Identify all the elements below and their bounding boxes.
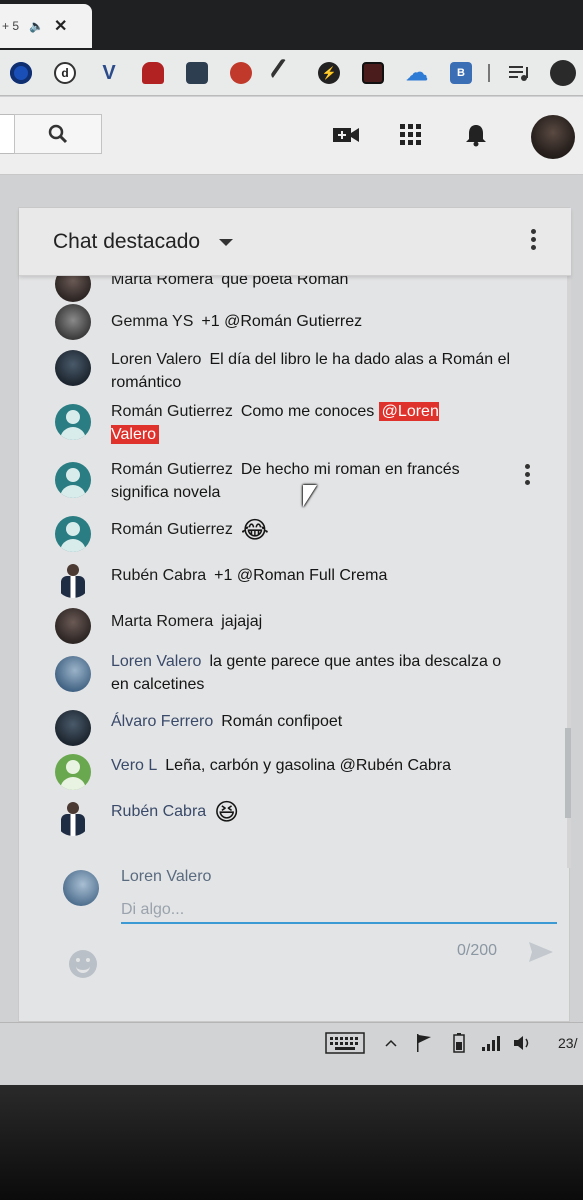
laughing-tears-emoji: 😂 xyxy=(240,516,269,544)
message-menu-icon[interactable] xyxy=(524,464,530,485)
message-text: Leña, carbón y gasolina @Rubén Cabra xyxy=(165,757,452,774)
extensions-bar: d V ⚡ ☁ B xyxy=(0,50,583,96)
message-author: Gemma YS xyxy=(111,313,194,330)
avatar xyxy=(55,462,91,498)
wifi-signal-icon[interactable] xyxy=(480,1031,502,1055)
chat-input[interactable] xyxy=(121,898,557,924)
message-author: Román Gutierrez xyxy=(111,521,233,539)
message-author: Rubén Cabra xyxy=(111,567,207,584)
bolt-extension-icon[interactable]: ⚡ xyxy=(318,62,340,84)
message-text: +1 @Roman Full Crema xyxy=(214,567,388,584)
message-text: Como me conoces xyxy=(240,403,379,420)
keyboard-icon[interactable] xyxy=(325,1031,365,1055)
chat-composer: Loren Valero 0/200 xyxy=(19,848,571,1023)
live-chat-panel: Chat destacado Marta Romera que poeta Rom… xyxy=(18,207,571,1023)
laptop-bezel xyxy=(0,1085,583,1200)
message-author: Marta Romera xyxy=(111,613,214,630)
circle-blue-extension-icon[interactable] xyxy=(10,62,32,84)
screen: + 5 🔈 ✕ d V ⚡ ☁ B Chat destacado Marta R… xyxy=(0,0,583,1090)
search-icon xyxy=(48,124,68,144)
b-extension-icon[interactable]: B xyxy=(450,62,472,84)
avatar xyxy=(55,350,91,386)
bell-icon[interactable] xyxy=(462,121,490,149)
chat-title[interactable]: Chat destacado xyxy=(53,230,200,254)
browser-tab[interactable]: + 5 🔈 ✕ xyxy=(0,4,92,48)
send-icon[interactable] xyxy=(527,938,555,966)
avatar xyxy=(55,710,91,746)
composer-username: Loren Valero xyxy=(121,868,212,885)
d-extension-icon[interactable]: d xyxy=(54,62,76,84)
cloud-extension-icon[interactable]: ☁ xyxy=(406,60,428,85)
battery-icon[interactable] xyxy=(448,1031,470,1055)
bug-extension-icon[interactable] xyxy=(230,62,252,84)
avatar xyxy=(55,562,91,598)
clock-text[interactable]: 23/ xyxy=(558,1035,577,1051)
message-author: Álvaro Ferrero xyxy=(111,713,214,730)
pencil-extension-icon[interactable] xyxy=(269,57,301,89)
lock-red-extension-icon[interactable] xyxy=(142,62,164,84)
search-button[interactable] xyxy=(14,114,102,154)
apps-grid-icon[interactable] xyxy=(397,121,425,149)
message-author: Loren Valero xyxy=(111,653,202,670)
grinning-squint-emoji: 😆 xyxy=(214,798,240,826)
chat-message-list: Marta Romera que poeta Román Gemma YS +1 @… xyxy=(19,262,571,882)
v-extension-icon[interactable]: V xyxy=(98,62,120,84)
message-author: Rubén Cabra xyxy=(111,803,207,821)
speaker-icon[interactable]: 🔈 xyxy=(29,19,44,33)
message-text: +1 @Román Gutierrez xyxy=(201,313,363,330)
tab-strip: + 5 🔈 ✕ xyxy=(0,0,583,50)
video-plus-icon[interactable] xyxy=(332,121,360,149)
message-text: Román confipoet xyxy=(221,713,343,730)
tab-title: + 5 xyxy=(2,19,20,33)
more-options-icon[interactable] xyxy=(530,229,536,250)
flag-icon[interactable] xyxy=(414,1031,434,1055)
message-author: Vero L xyxy=(111,757,158,774)
site-header xyxy=(0,97,583,175)
message-author: Román Gutierrez xyxy=(111,403,233,420)
avatar xyxy=(55,404,91,440)
avatar xyxy=(55,754,91,790)
dark-square-extension-icon[interactable] xyxy=(362,62,384,84)
avatar xyxy=(63,870,99,906)
emoji-picker-icon[interactable] xyxy=(69,950,97,978)
avatar xyxy=(55,516,91,552)
account-circle-icon[interactable] xyxy=(550,60,576,86)
avatar xyxy=(55,608,91,644)
mouse-cursor-icon xyxy=(303,485,317,507)
message-text: jajajaj xyxy=(221,613,263,630)
character-counter: 0/200 xyxy=(457,942,498,959)
chevron-down-icon[interactable] xyxy=(219,239,233,246)
chat-header: Chat destacado xyxy=(19,208,571,276)
close-icon[interactable]: ✕ xyxy=(54,16,67,36)
chevron-up-icon[interactable] xyxy=(384,1031,398,1055)
message-author: Loren Valero xyxy=(111,351,202,368)
avatar xyxy=(55,304,91,340)
avatar xyxy=(55,656,91,692)
taskbar: 23/ xyxy=(0,1022,583,1084)
message-author: Román Gutierrez xyxy=(111,461,233,478)
avatar xyxy=(55,800,91,836)
volume-icon[interactable] xyxy=(512,1031,534,1055)
printer-extension-icon[interactable] xyxy=(186,62,208,84)
toolbar-divider xyxy=(488,64,490,82)
chat-scrollbar-thumb[interactable] xyxy=(565,728,571,818)
user-avatar[interactable] xyxy=(531,115,575,159)
playlist-extension-icon[interactable] xyxy=(508,62,530,84)
